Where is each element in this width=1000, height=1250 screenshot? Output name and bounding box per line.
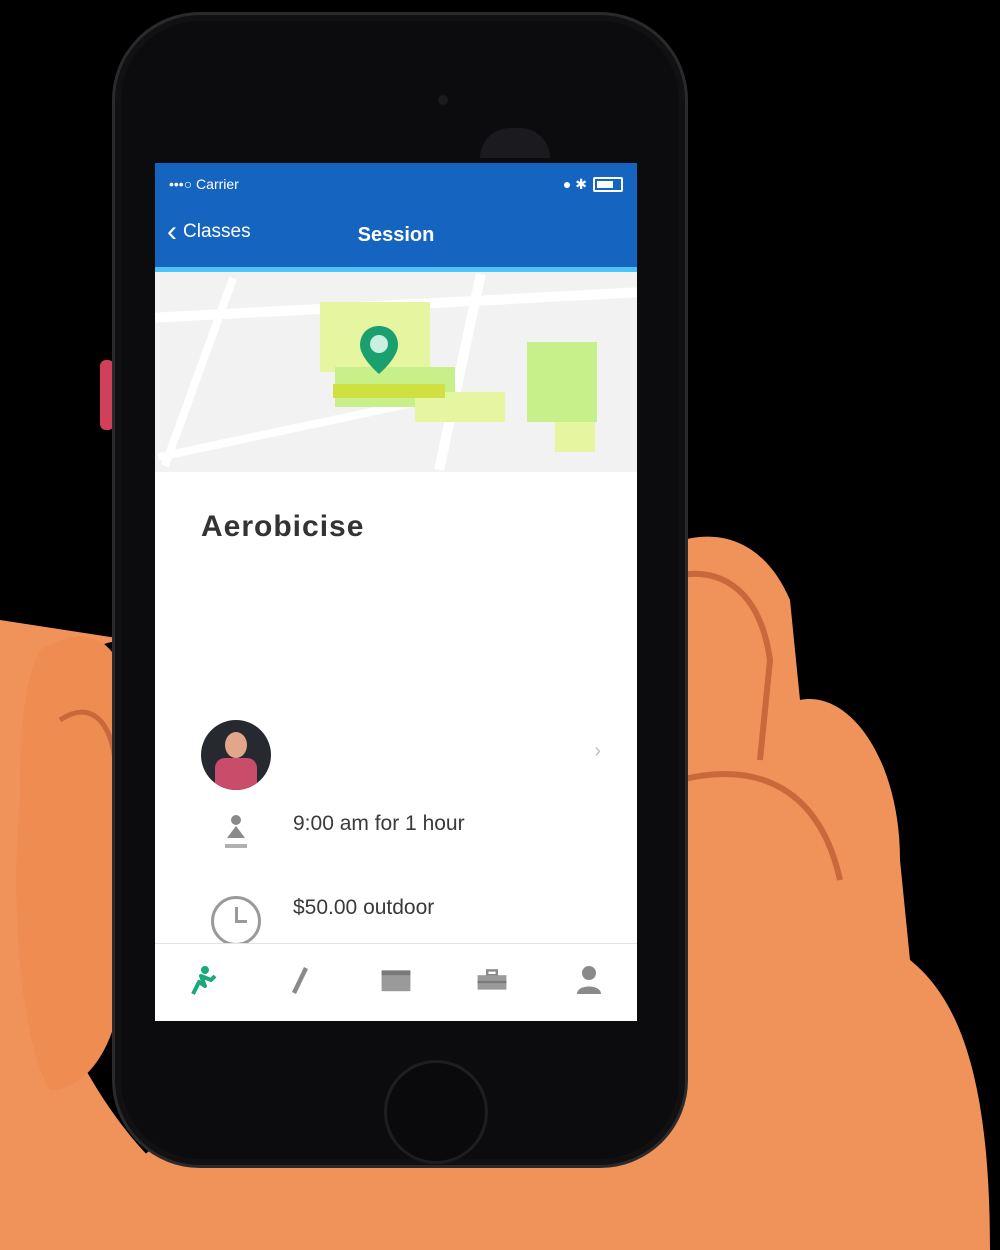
calendar-icon xyxy=(380,964,412,996)
activity-icon xyxy=(187,964,219,996)
location-row: $50.00 outdoor xyxy=(201,896,601,946)
briefcase-icon xyxy=(476,964,508,996)
page-title: Session xyxy=(357,224,435,246)
avatar xyxy=(201,720,271,790)
location-price: $50.00 outdoor xyxy=(293,896,435,919)
tab-activity[interactable] xyxy=(163,964,243,1002)
tab-profile[interactable] xyxy=(549,964,629,1002)
camera-icon xyxy=(438,95,448,105)
avatar-body xyxy=(215,758,257,790)
phone-screen: •••○ Carrier ● ✱ ‹ Classes Session Aerob… xyxy=(155,163,637,1021)
map-park xyxy=(527,342,597,422)
chevron-right-icon: › xyxy=(594,740,601,762)
status-bar: •••○ Carrier ● ✱ xyxy=(155,163,637,205)
tab-calendar[interactable] xyxy=(356,964,436,1002)
battery-icon xyxy=(592,176,623,192)
activity-title: Aerobicise xyxy=(201,510,365,543)
tab-notes[interactable] xyxy=(260,964,340,1002)
map-pin-label xyxy=(333,384,445,398)
clock-icon xyxy=(211,896,261,946)
location-map[interactable] xyxy=(155,272,637,472)
person-icon xyxy=(216,812,256,852)
pencil-icon xyxy=(284,964,316,996)
tab-bar xyxy=(155,943,637,1021)
status-indicators: ● ✱ xyxy=(562,175,587,192)
schedule-time: 9:00 am for 1 hour xyxy=(293,812,465,835)
navigation-bar: ‹ Classes Session xyxy=(155,205,637,267)
avatar-face xyxy=(225,732,247,758)
tab-work[interactable] xyxy=(452,964,532,1002)
carrier-label: •••○ Carrier xyxy=(169,176,239,192)
status-right: ● ✱ xyxy=(563,176,623,193)
profile-icon xyxy=(573,964,605,996)
map-park xyxy=(555,422,595,452)
home-button[interactable] xyxy=(384,1060,488,1164)
map-pin-icon[interactable] xyxy=(357,324,401,376)
schedule-row: 9:00 am for 1 hour xyxy=(201,812,601,852)
instructor-row[interactable]: › xyxy=(201,720,601,790)
